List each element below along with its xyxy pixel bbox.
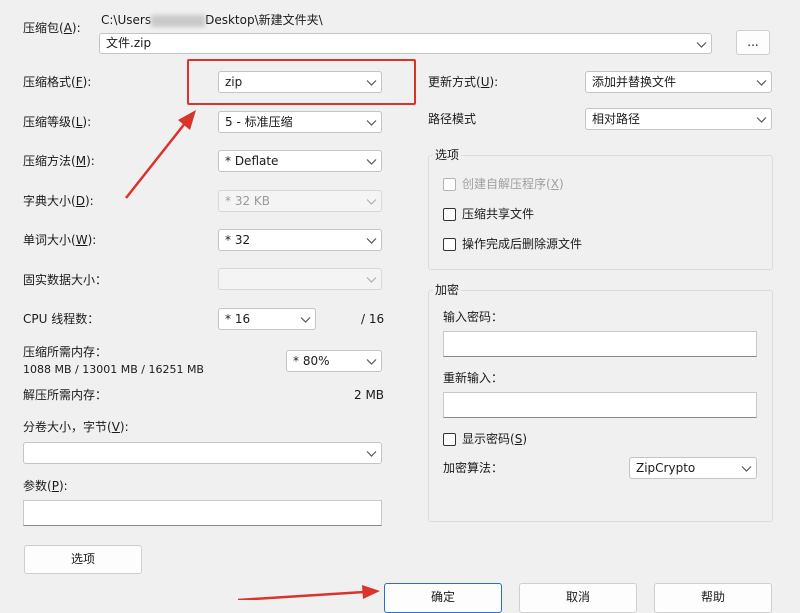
annotation-arrows bbox=[125, 110, 380, 600]
arrow-to-ok-icon bbox=[237, 585, 380, 600]
arrow-to-format-icon bbox=[125, 110, 196, 199]
